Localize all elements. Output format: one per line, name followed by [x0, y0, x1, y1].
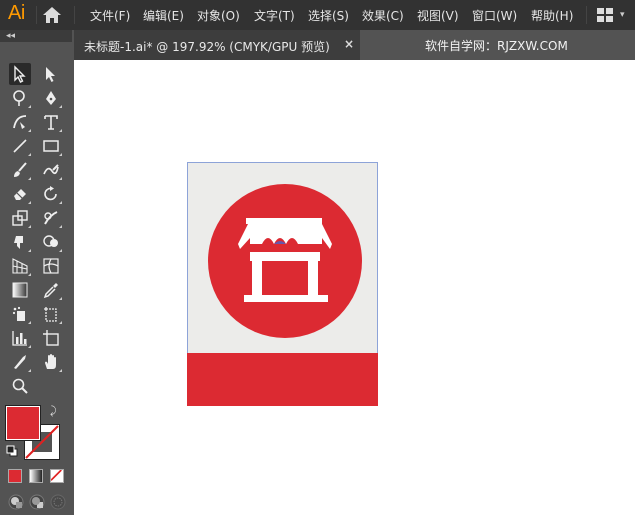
pen-tool-icon[interactable] [40, 87, 62, 109]
red-bottom-bar[interactable] [187, 353, 378, 406]
rotate-tool-icon[interactable] [40, 183, 62, 205]
artboard-tool-icon[interactable] [40, 327, 62, 349]
eraser-tool-icon[interactable] [9, 183, 31, 205]
scale-tool-icon[interactable] [9, 207, 31, 229]
rectangle-tool-icon[interactable] [40, 135, 62, 157]
red-circle-shape[interactable] [208, 184, 362, 338]
menu-type[interactable]: 文字(T) [254, 7, 295, 24]
menu-object[interactable]: 对象(O) [197, 7, 240, 24]
curvature-tool-icon[interactable] [9, 111, 31, 133]
menu-separator [74, 6, 75, 24]
line-tool-icon[interactable] [9, 135, 31, 157]
tools-panel: ⤸ [0, 42, 72, 515]
menu-file[interactable]: 文件(F) [90, 7, 130, 24]
draw-inside-icon[interactable] [50, 494, 66, 510]
menu-bar: Ai 文件(F) 编辑(E) 对象(O) 文字(T) 选择(S) 效果(C) 视… [0, 0, 635, 30]
app-logo: Ai [8, 2, 25, 24]
menu-separator [586, 6, 587, 24]
close-tab-button[interactable]: × [344, 37, 354, 51]
slice-tool-icon[interactable] [9, 351, 31, 373]
watermark-text: 软件自学网：RJZXW.COM [425, 39, 568, 53]
default-colors-icon[interactable] [6, 445, 18, 457]
menu-separator [36, 6, 37, 24]
menu-window[interactable]: 窗口(W) [472, 7, 517, 24]
swap-fill-stroke-icon[interactable]: ⤸ [50, 404, 57, 418]
chevron-down-icon[interactable]: ▾ [620, 10, 625, 20]
color-mode-button[interactable] [8, 469, 22, 483]
fill-color-swatch[interactable] [6, 406, 40, 440]
menu-help[interactable]: 帮助(H) [531, 7, 573, 24]
canvas-area[interactable] [74, 60, 635, 515]
column-graph-tool-icon[interactable] [9, 327, 31, 349]
document-tab-title: 未标题-1.ai* @ 197.92% (CMYK/GPU 预览) [84, 40, 330, 54]
direct-selection-tool-icon[interactable] [40, 63, 62, 85]
menu-edit[interactable]: 编辑(E) [143, 7, 184, 24]
collapse-panel-icon[interactable]: ◂◂ [6, 31, 15, 41]
shaper-tool-icon[interactable] [40, 159, 62, 181]
shape-builder-tool-icon[interactable] [40, 231, 62, 253]
menu-select[interactable]: 选择(S) [308, 7, 349, 24]
magic-wand-tool-icon[interactable] [9, 87, 31, 109]
warp-tool-icon[interactable] [40, 207, 62, 229]
eyedropper-tool-icon[interactable] [40, 279, 62, 301]
menu-view[interactable]: 视图(V) [417, 7, 459, 24]
type-tool-icon[interactable] [40, 111, 62, 133]
home-icon[interactable] [42, 6, 62, 24]
artboard[interactable] [187, 162, 378, 406]
artboard-alt-tool-icon[interactable] [40, 303, 62, 325]
workspace-switcher-icon[interactable] [597, 8, 613, 22]
hand-tool-icon[interactable] [40, 351, 62, 373]
zoom-tool-icon[interactable] [9, 375, 31, 397]
none-mode-button[interactable] [50, 469, 64, 483]
draw-behind-icon[interactable] [29, 494, 45, 510]
toolbar-header: ◂◂ [0, 30, 72, 42]
perspective-grid-tool-icon[interactable] [9, 255, 31, 277]
mesh-tool-icon[interactable] [40, 255, 62, 277]
gate-building-icon[interactable] [236, 214, 334, 309]
symbol-sprayer-tool-icon[interactable] [9, 303, 31, 325]
selection-tool-icon[interactable] [9, 63, 31, 85]
document-tab[interactable]: 未标题-1.ai* @ 197.92% (CMYK/GPU 预览) × [74, 30, 360, 60]
paintbrush-tool-icon[interactable] [9, 159, 31, 181]
gradient-mode-button[interactable] [29, 469, 43, 483]
menu-effect[interactable]: 效果(C) [362, 7, 404, 24]
free-transform-tool-icon[interactable] [9, 231, 31, 253]
gradient-tool-icon[interactable] [9, 279, 31, 301]
draw-normal-icon[interactable] [8, 494, 24, 510]
